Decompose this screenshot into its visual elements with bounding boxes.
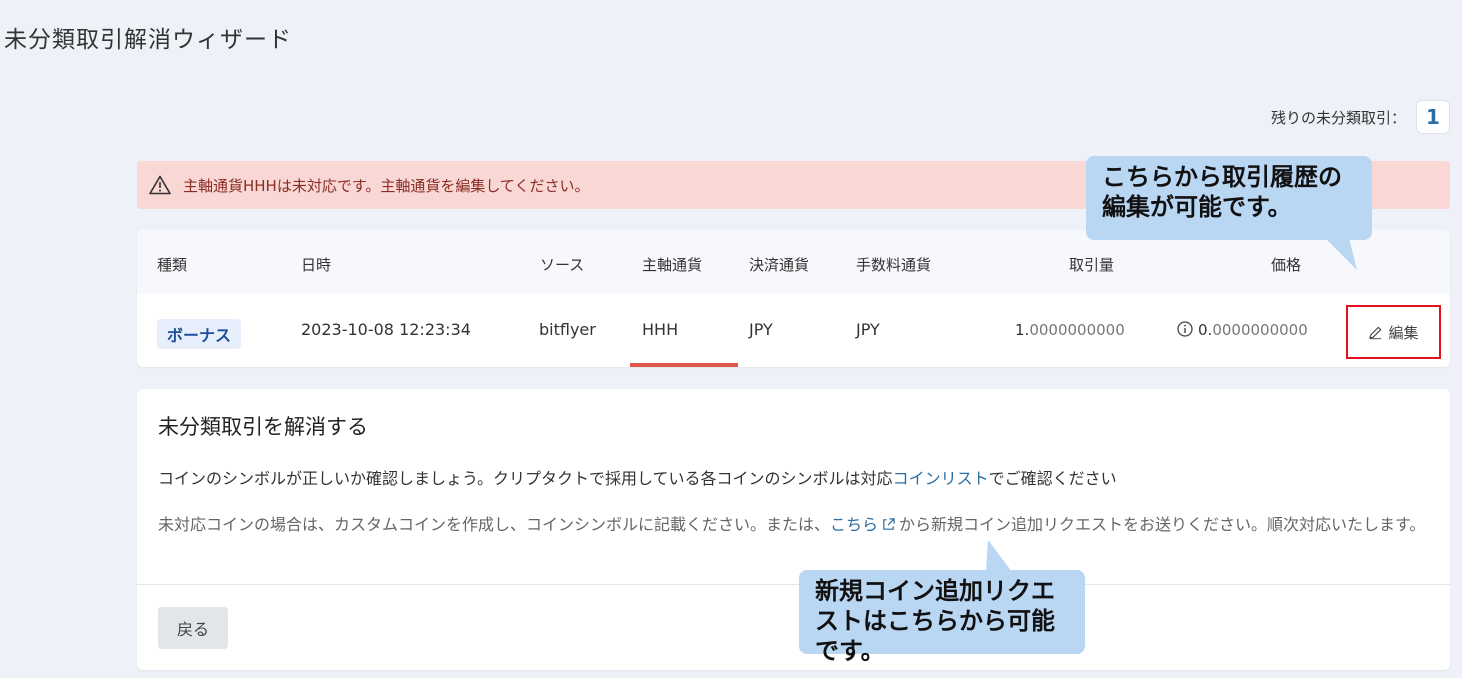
edit-button[interactable]: 編集: [1346, 305, 1441, 359]
cell-amount: 1.0000000000: [1015, 320, 1125, 339]
divider: [137, 584, 1450, 585]
info-icon[interactable]: [1177, 321, 1193, 337]
page-title: 未分類取引解消ウィザード: [4, 27, 292, 53]
resolve-panel: 未分類取引を解消する コインのシンボルが正しいか確認しましょう。クリプタクトで採…: [137, 389, 1450, 670]
error-underline: [630, 363, 738, 367]
instruction-text: コインのシンボルが正しいか確認しましょう。クリプタクトで採用している各コインのシ…: [158, 469, 893, 488]
header-source: ソース: [540, 256, 585, 274]
header-base-currency: 主軸通貨: [642, 256, 703, 274]
remaining-count-badge: 1: [1416, 100, 1450, 134]
coin-list-link[interactable]: コインリスト: [893, 469, 989, 488]
header-type: 種類: [157, 256, 188, 274]
request-link[interactable]: こちら: [830, 515, 878, 534]
amount-fraction: 0000000000: [1029, 321, 1125, 339]
cell-price: 0.0000000000: [1177, 320, 1308, 339]
amount-integer: 1.: [1015, 321, 1030, 339]
header-amount: 取引量: [1069, 256, 1115, 274]
resolve-note: 未対応コインの場合は、カスタムコインを作成し、コインシンボルに記載ください。また…: [158, 512, 1438, 538]
price-fraction: 0000000000: [1212, 321, 1308, 339]
back-button[interactable]: 戻る: [158, 607, 228, 649]
alert-message: 主軸通貨HHHは未対応です。主軸通貨を編集してください。: [183, 176, 590, 195]
wizard-page: 未分類取引解消ウィザード 残りの未分類取引： 1 主軸通貨HHHは未対応です。主…: [0, 0, 1462, 678]
pencil-icon: [1369, 326, 1382, 339]
coin-callout-tail: [986, 540, 1012, 572]
price-integer: 0.: [1198, 321, 1213, 339]
cell-fee-currency: JPY: [856, 320, 880, 339]
coin-request-callout: 新規コイン追加リクエストはこちらから可能です。: [799, 570, 1085, 665]
header-settlement-currency: 決済通貨: [749, 256, 810, 274]
note-text-end: から新規コイン追加リクエストをお送りください。順次対応いたします。: [899, 515, 1426, 534]
remaining-label: 残りの未分類取引：: [1270, 108, 1406, 127]
resolve-instruction: コインのシンボルが正しいか確認しましょう。クリプタクトで採用している各コインのシ…: [158, 465, 1117, 489]
remaining-counter: 残りの未分類取引： 1: [1271, 100, 1450, 134]
transaction-table: 種類 日時 ソース 主軸通貨 決済通貨 手数料通貨 取引量 価格 ボーナス 20…: [137, 230, 1450, 367]
type-badge: ボーナス: [157, 319, 242, 349]
warning-triangle-icon: [149, 175, 171, 195]
edit-callout-tail: [1325, 238, 1357, 270]
header-datetime: 日時: [301, 256, 332, 274]
note-text: 未対応コインの場合は、カスタムコインを作成し、コインシンボルに記載ください。また…: [158, 515, 831, 534]
cell-base-currency: HHH: [642, 320, 679, 339]
cell-source: bitflyer: [539, 320, 596, 339]
external-link-icon[interactable]: [881, 517, 896, 532]
header-fee-currency: 手数料通貨: [856, 256, 932, 274]
edit-label: 編集: [1388, 323, 1419, 342]
cell-datetime: 2023-10-08 12:23:34: [301, 320, 471, 339]
resolve-title: 未分類取引を解消する: [158, 415, 368, 439]
edit-callout: こちらから取引履歴の編集が可能です。: [1086, 156, 1372, 240]
header-price: 価格: [1271, 256, 1302, 274]
cell-settlement-currency: JPY: [749, 320, 773, 339]
instruction-text-end: でご確認ください: [988, 469, 1117, 488]
